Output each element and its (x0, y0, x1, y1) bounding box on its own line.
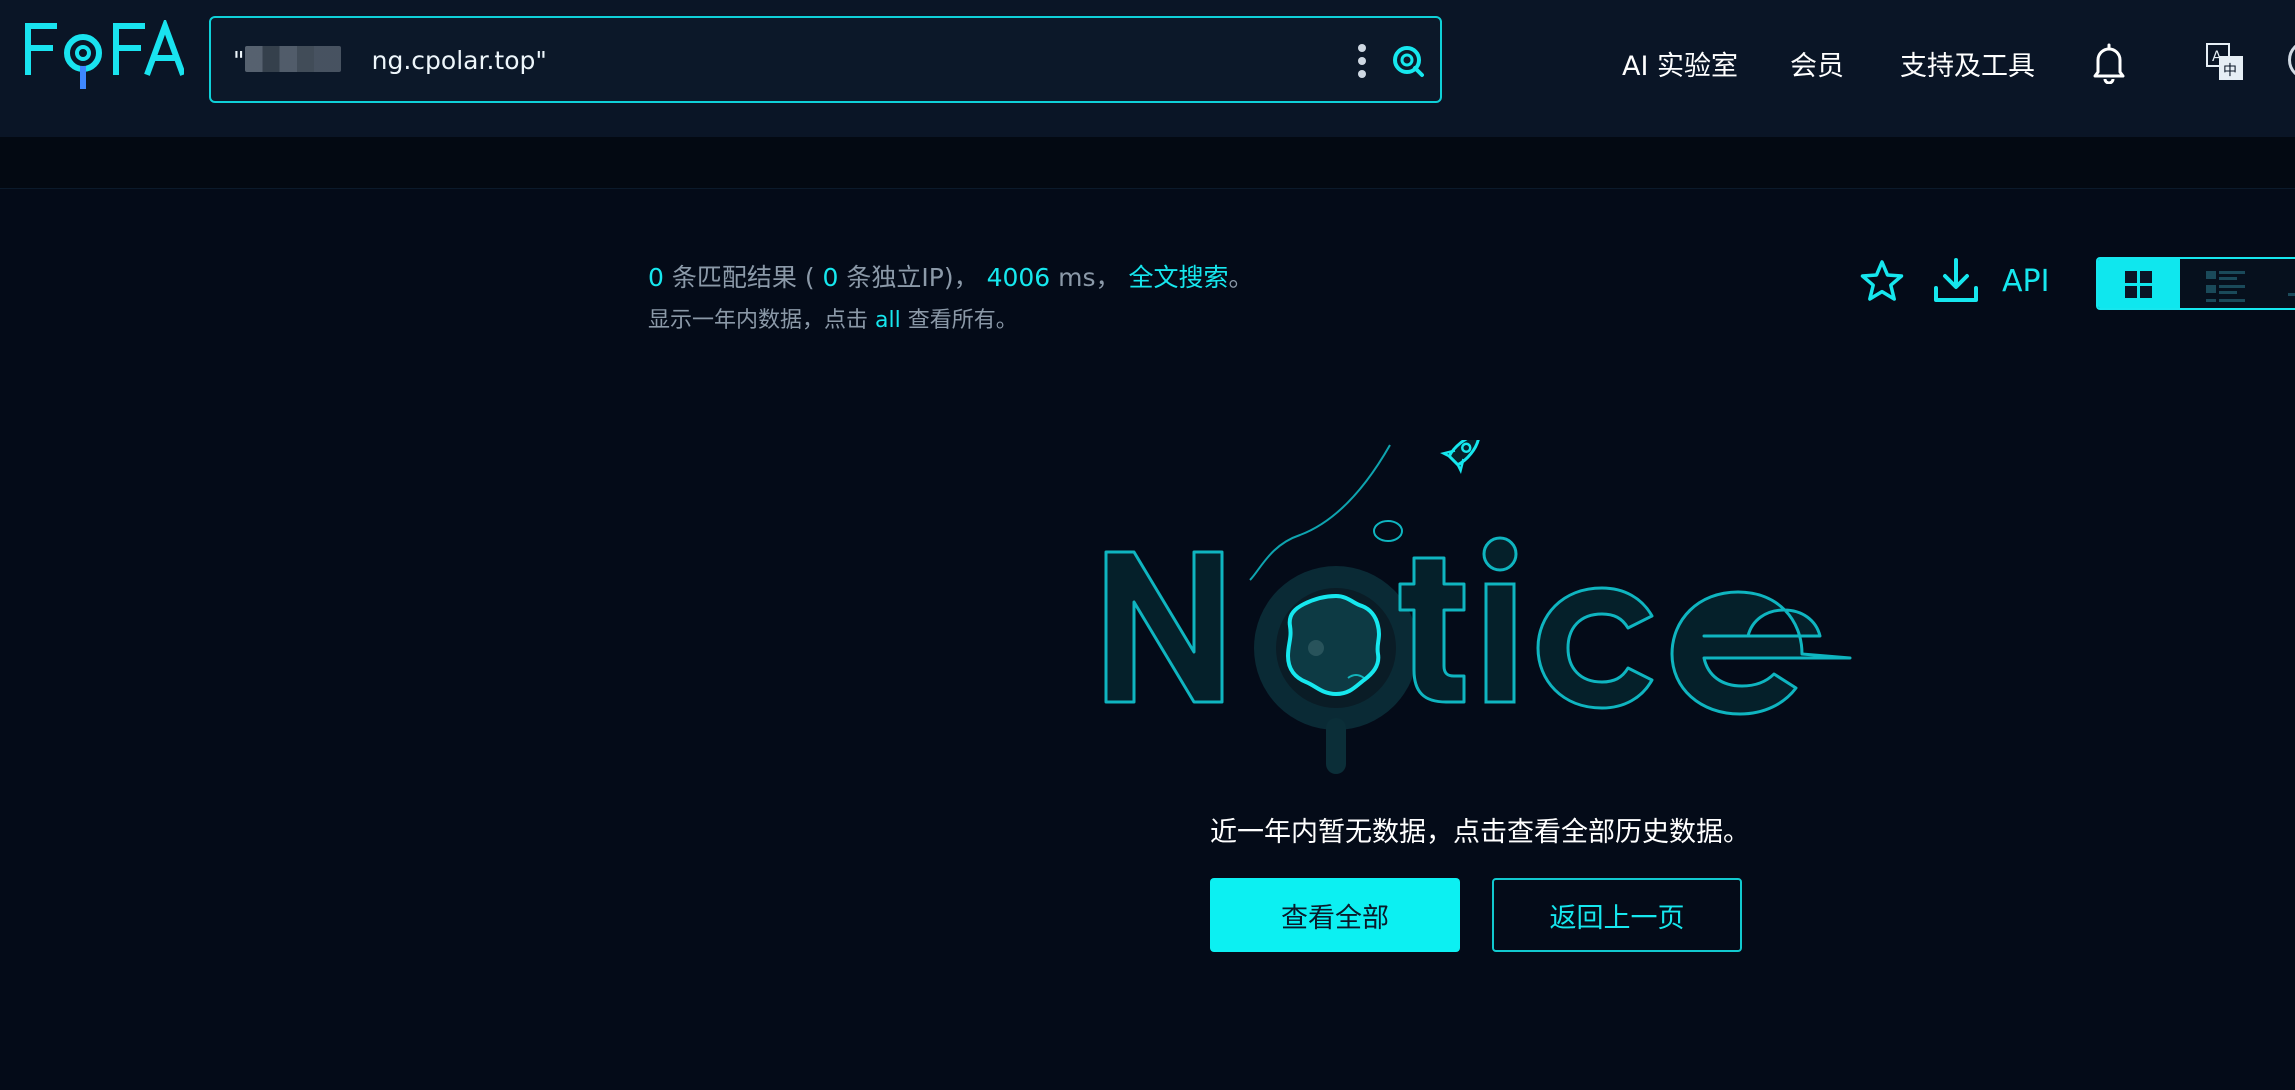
results-note: 显示一年内数据，点击 all 查看所有。 (648, 302, 1018, 334)
nav-ai-lab[interactable]: AI 实验室 (1622, 44, 1738, 83)
query-time-unit: ms， (1058, 263, 1121, 292)
api-button[interactable]: API (2002, 264, 2049, 299)
download-icon[interactable] (1932, 256, 1980, 306)
empty-state-message: 近一年内暂无数据，点击查看全部历史数据。 (1210, 817, 1750, 848)
ip-count: 0 (822, 263, 839, 292)
translate-icon[interactable]: A 中 (2205, 42, 2245, 82)
svg-text:中: 中 (2223, 63, 2237, 79)
search-icon[interactable] (1391, 44, 1425, 78)
fofa-search-page: AI 实验室 会员 支持及工具 A 中 0 条匹配结果 ( 0 条独立IP)， (0, 0, 2295, 1090)
paren-open: ( (804, 263, 815, 292)
table-view-icon[interactable] (2274, 259, 2295, 308)
more-vertical-icon[interactable] (1352, 42, 1372, 80)
note-suffix: 查看所有。 (907, 308, 1018, 333)
nav-membership[interactable]: 会员 (1790, 44, 1844, 83)
nav-support-tools[interactable]: 支持及工具 (1900, 44, 2035, 83)
view-all-button[interactable]: 查看全部 (1210, 878, 1460, 952)
summary-period: 。 (1228, 263, 1254, 292)
star-icon[interactable] (1858, 258, 1906, 306)
go-back-button[interactable]: 返回上一页 (1492, 878, 1742, 952)
ip-label: 条独立IP (846, 263, 944, 292)
match-label: 条匹配结果 (671, 263, 797, 292)
top-navigation-bar: AI 实验室 会员 支持及工具 A 中 (0, 0, 2295, 137)
grid-view-icon[interactable] (2098, 259, 2180, 308)
view-toggle (2096, 257, 2295, 310)
note-prefix: 显示一年内数据，点击 (648, 308, 869, 333)
rocket-icon (1440, 433, 1481, 474)
paren-close: )， (943, 263, 979, 292)
results-summary: 0 条匹配结果 ( 0 条独立IP)， 4006 ms， 全文搜索。 (648, 258, 1254, 294)
header-sub-band (0, 137, 2295, 189)
list-view-icon[interactable] (2192, 259, 2262, 308)
fulltext-search-link[interactable]: 全文搜索 (1129, 263, 1229, 292)
notice-illustration (1090, 433, 1870, 780)
show-all-link[interactable]: all (875, 308, 901, 333)
match-count: 0 (648, 263, 664, 292)
search-box[interactable] (209, 16, 1442, 103)
avatar-icon[interactable] (2288, 40, 2295, 80)
redacted-text-mask (245, 46, 341, 72)
search-input[interactable] (233, 38, 1313, 82)
bell-icon[interactable] (2092, 42, 2126, 85)
fofa-logo[interactable] (24, 20, 184, 90)
query-time: 4006 (986, 263, 1051, 292)
